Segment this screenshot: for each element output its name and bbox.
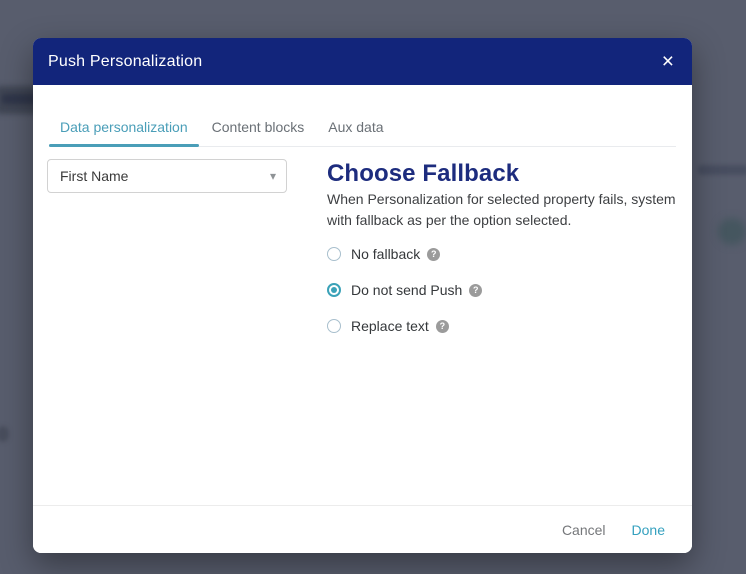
- dialog-body: Data personalization Content blocks Aux …: [33, 85, 692, 505]
- help-icon[interactable]: ?: [435, 319, 449, 333]
- dialog-title: Push Personalization: [48, 52, 203, 70]
- property-column: First Name ▾: [47, 159, 287, 505]
- fallback-column: Choose Fallback When Personalization for…: [327, 159, 676, 505]
- cancel-button[interactable]: Cancel: [562, 518, 606, 542]
- option-no-fallback[interactable]: No fallback ?: [327, 245, 676, 263]
- fallback-heading: Choose Fallback: [327, 160, 520, 187]
- dialog-header: Push Personalization ×: [33, 38, 692, 85]
- dialog-footer: Cancel Done: [33, 505, 692, 553]
- done-button[interactable]: Done: [632, 518, 665, 542]
- background-bleed-right: [698, 165, 746, 175]
- dialog-content: First Name ▾ Choose Fallback When Person…: [33, 147, 692, 505]
- fallback-description: When Personalization for selected proper…: [327, 189, 676, 231]
- tab-aux-data[interactable]: Aux data: [317, 119, 394, 146]
- background-bleed-dot: [0, 426, 9, 442]
- help-icon[interactable]: ?: [427, 247, 441, 261]
- option-replace-text[interactable]: Replace text ?: [327, 317, 676, 335]
- radio-selected-icon[interactable]: [327, 283, 341, 297]
- push-personalization-dialog: Push Personalization × Data personalizat…: [33, 38, 692, 553]
- tab-bar: Data personalization Content blocks Aux …: [49, 85, 676, 147]
- option-do-not-send-push[interactable]: Do not send Push ?: [327, 281, 676, 299]
- option-label: Replace text: [351, 318, 429, 334]
- help-icon[interactable]: ?: [469, 283, 483, 297]
- close-button[interactable]: ×: [656, 51, 680, 72]
- option-label: No fallback: [351, 246, 421, 262]
- close-icon: ×: [661, 50, 674, 73]
- radio-unselected-icon[interactable]: [327, 319, 341, 333]
- fallback-description-line: with fallback as per the option selected…: [327, 212, 572, 228]
- option-label: Do not send Push: [351, 282, 463, 298]
- fallback-options: No fallback ? Do not send Push ? Replace…: [327, 245, 676, 335]
- fallback-description-line: When Personalization for selected proper…: [327, 191, 676, 207]
- property-dropdown-value: First Name: [60, 168, 129, 184]
- tab-content-blocks[interactable]: Content blocks: [201, 119, 316, 146]
- property-dropdown[interactable]: First Name ▾: [47, 159, 287, 193]
- tab-data-personalization[interactable]: Data personalization: [49, 119, 199, 147]
- chevron-down-icon: ▾: [269, 169, 276, 183]
- background-bleed-button: [718, 218, 746, 245]
- radio-unselected-icon[interactable]: [327, 247, 341, 261]
